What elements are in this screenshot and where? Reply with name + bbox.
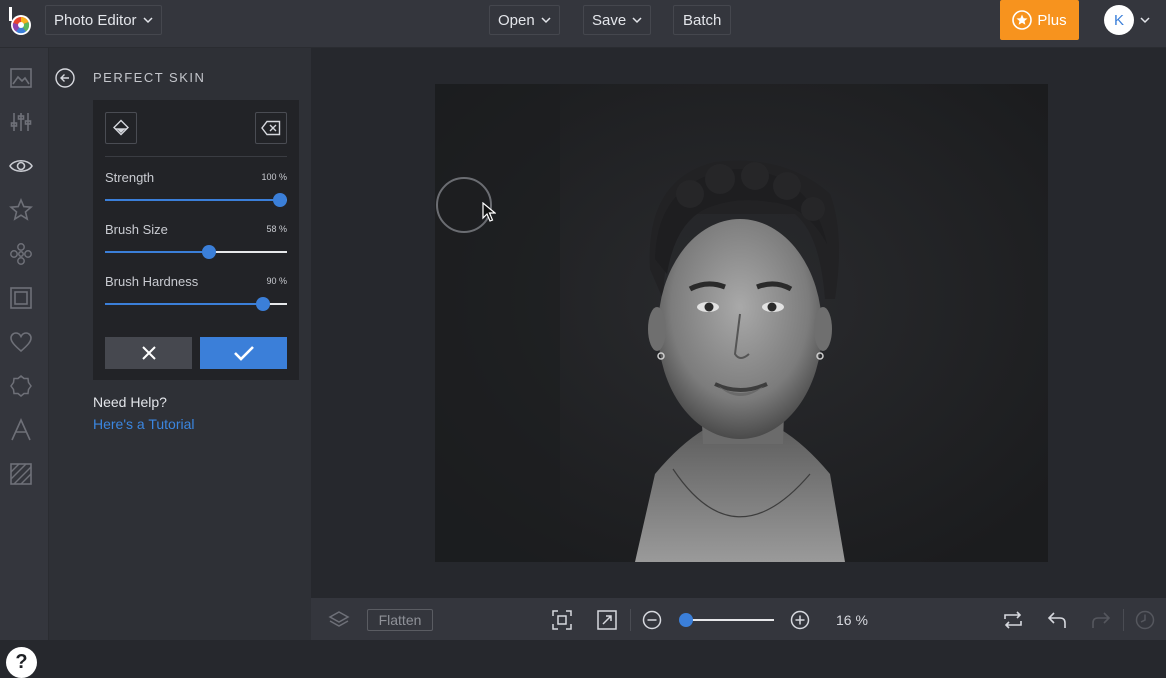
zoom-out-icon[interactable]: [641, 609, 663, 631]
cancel-button[interactable]: [105, 337, 192, 369]
save-label: Save: [592, 11, 627, 29]
help-button[interactable]: ?: [6, 647, 37, 678]
redo-icon[interactable]: [1090, 609, 1112, 631]
brush-size-slider[interactable]: [105, 245, 287, 259]
paint-brush-icon: [113, 119, 129, 136]
open-menu-button[interactable]: Open: [489, 5, 560, 35]
texture-icon[interactable]: [9, 462, 33, 486]
mode-dropdown[interactable]: Photo Editor: [45, 5, 162, 35]
chevron-down-icon: [143, 17, 153, 24]
tutorial-link[interactable]: Here's a Tutorial: [93, 416, 195, 432]
erase-mode-button[interactable]: [255, 112, 287, 144]
plus-label: Plus: [1037, 11, 1067, 29]
brush-hardness-slider[interactable]: [105, 297, 287, 311]
brush-hardness-value: 90 %: [266, 276, 287, 286]
layers-icon[interactable]: [328, 609, 350, 631]
brush-hardness-slider-thumb[interactable]: [256, 297, 270, 311]
portrait-photo[interactable]: [435, 84, 1048, 562]
batch-label: Batch: [683, 11, 722, 29]
expand-icon[interactable]: [596, 609, 618, 631]
chevron-down-icon: [541, 17, 551, 24]
zoom-slider-thumb[interactable]: [679, 613, 693, 627]
strength-label: Strength: [105, 170, 155, 185]
heart-icon[interactable]: [9, 330, 33, 354]
history-icon[interactable]: [1134, 609, 1156, 631]
user-avatar[interactable]: K: [1104, 5, 1134, 35]
brush-size-slider-fill: [105, 251, 209, 253]
star-icon[interactable]: [9, 198, 33, 222]
brush-hardness-slider-fill: [105, 303, 263, 305]
plus-upgrade-button[interactable]: Plus: [1000, 0, 1079, 40]
brush-size-slider-thumb[interactable]: [202, 245, 216, 259]
eraser-icon: [261, 120, 281, 136]
batch-button[interactable]: Batch: [673, 5, 732, 35]
toolbar-separator: [630, 609, 631, 631]
zoom-slider[interactable]: [679, 613, 774, 627]
help-button-label: ?: [15, 651, 28, 673]
panel-gutter: [49, 48, 82, 640]
zoom-in-icon[interactable]: [789, 609, 811, 631]
flatten-button[interactable]: Flatten: [367, 609, 433, 631]
strength-slider-fill: [105, 199, 280, 201]
flatten-label: Flatten: [378, 612, 422, 628]
sliders-icon[interactable]: [9, 110, 33, 134]
strength-value: 100 %: [261, 172, 287, 182]
image-icon[interactable]: [9, 66, 33, 90]
user-initial: K: [1113, 11, 1124, 29]
need-help-heading: Need Help?: [93, 394, 167, 410]
checkmark-icon: [233, 346, 254, 361]
zoom-level: 16 %: [836, 612, 868, 628]
brush-mode-button[interactable]: [105, 112, 137, 144]
controls-divider: [105, 156, 287, 157]
text-icon[interactable]: [9, 418, 33, 442]
frame-icon[interactable]: [9, 286, 33, 310]
mode-label: Photo Editor: [54, 11, 137, 29]
save-menu-button[interactable]: Save: [583, 5, 652, 35]
star-badge-icon: [1012, 10, 1033, 30]
compare-icon[interactable]: [1002, 609, 1024, 631]
eye-icon[interactable]: [9, 154, 33, 178]
strength-slider-thumb[interactable]: [273, 193, 287, 207]
tool-rail: ?: [0, 48, 49, 678]
undo-icon[interactable]: [1046, 609, 1068, 631]
brush-size-label: Brush Size: [105, 222, 168, 237]
brush-size-value: 58 %: [266, 224, 287, 234]
brush-hardness-label: Brush Hardness: [105, 274, 199, 289]
badge-icon[interactable]: [9, 374, 33, 398]
befunky-logo-icon[interactable]: [7, 7, 35, 37]
fit-to-screen-icon[interactable]: [551, 609, 573, 631]
chevron-down-icon: [632, 17, 642, 24]
panel-title: PERFECT SKIN: [93, 70, 206, 85]
mouse-pointer-icon: [482, 202, 496, 222]
chevron-down-icon[interactable]: [1140, 15, 1150, 25]
top-bar: Photo Editor Open Save Batch Plus K: [0, 0, 1166, 48]
close-icon: [141, 346, 156, 360]
open-label: Open: [498, 11, 535, 29]
back-arrow-icon[interactable]: [55, 68, 75, 88]
flower-icon[interactable]: [9, 242, 33, 266]
apply-button[interactable]: [200, 337, 287, 369]
strength-slider[interactable]: [105, 193, 287, 207]
toolbar-separator: [1123, 609, 1124, 631]
